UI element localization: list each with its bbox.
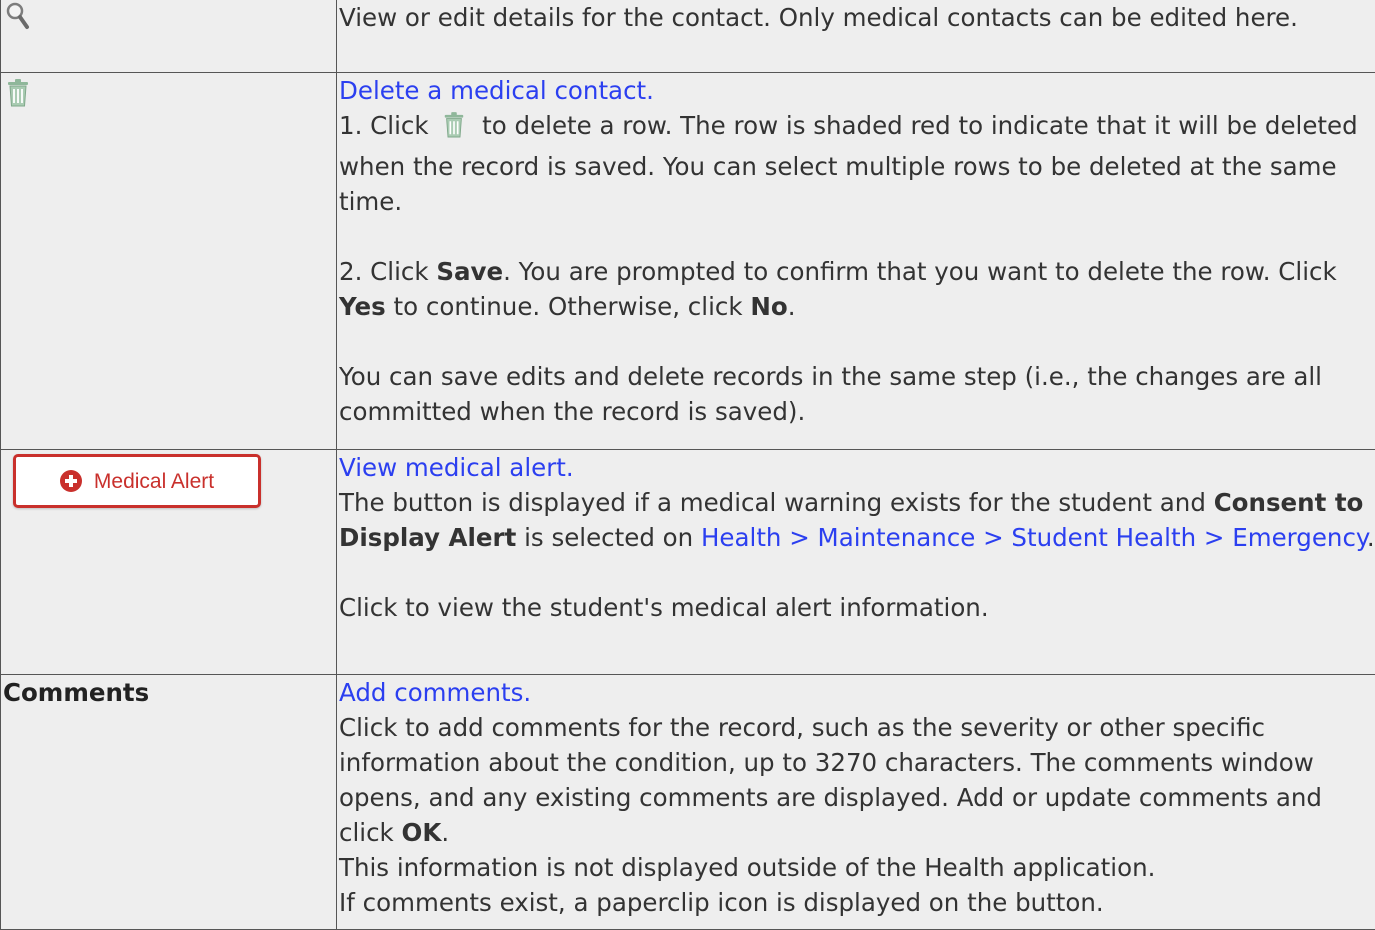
alert-text-b: is selected on [524, 523, 693, 552]
medical-alert-button[interactable]: Medical Alert [13, 454, 261, 508]
comments-line2: This information is not displayed outsid… [339, 853, 1155, 882]
icon-cell [1, 73, 337, 450]
comments-text-a: Click to add comments for the record, su… [339, 713, 1322, 847]
button-cell: Medical Alert [1, 450, 337, 675]
description-cell: View or edit details for the contact. On… [337, 0, 1375, 73]
description-cell: View medical alert. The button is displa… [337, 450, 1375, 675]
step2-text-d: . [788, 292, 796, 321]
save-label: Save [436, 257, 503, 286]
icon-cell [1, 0, 337, 73]
ok-label: OK [402, 818, 442, 847]
alert-text-c: . [1367, 523, 1375, 552]
alert-text-a: The button is displayed if a medical war… [339, 488, 1206, 517]
table-row-view-edit: View or edit details for the contact. On… [1, 0, 1375, 73]
view-edit-description: View or edit details for the contact. On… [339, 3, 1298, 32]
comments-text-b: . [441, 818, 449, 847]
step2-text-c: to continue. Otherwise, click [394, 292, 743, 321]
description-cell: Delete a medical contact. 1. Click to de… [337, 73, 1375, 450]
no-label: No [750, 292, 787, 321]
step1-text-a: 1. Click [339, 111, 429, 140]
delete-contact-link[interactable]: Delete a medical contact. [339, 76, 654, 105]
comments-line3: If comments exist, a paperclip icon is d… [339, 888, 1104, 917]
step1-text-b: to delete a row. The row is shaded red t… [339, 111, 1358, 216]
emergency-path-link[interactable]: Health > Maintenance > Student Health > … [701, 523, 1367, 552]
medical-alert-button-label: Medical Alert [94, 471, 214, 492]
plus-circle-icon [60, 470, 82, 492]
description-cell: Add comments. Click to add comments for … [337, 675, 1375, 930]
view-medical-alert-link[interactable]: View medical alert. [339, 453, 574, 482]
comments-label: Comments [3, 678, 149, 707]
add-comments-link[interactable]: Add comments. [339, 678, 531, 707]
help-table: View or edit details for the contact. On… [0, 0, 1375, 930]
trash-can-icon [5, 78, 31, 117]
table-row-medical-alert: Medical Alert View medical alert. The bu… [1, 450, 1375, 675]
step2-text-a: 2. Click [339, 257, 429, 286]
yes-label: Yes [339, 292, 386, 321]
alert-click-text: Click to view the student's medical aler… [339, 593, 989, 622]
delete-note: You can save edits and delete records in… [339, 362, 1322, 426]
magnifier-icon [5, 1, 31, 40]
trash-can-icon [442, 110, 466, 149]
table-row-comments: Comments Add comments. Click to add comm… [1, 675, 1375, 930]
step2-text-b: . You are prompted to confirm that you w… [503, 257, 1337, 286]
label-cell: Comments [1, 675, 337, 930]
table-row-delete: Delete a medical contact. 1. Click to de… [1, 73, 1375, 450]
